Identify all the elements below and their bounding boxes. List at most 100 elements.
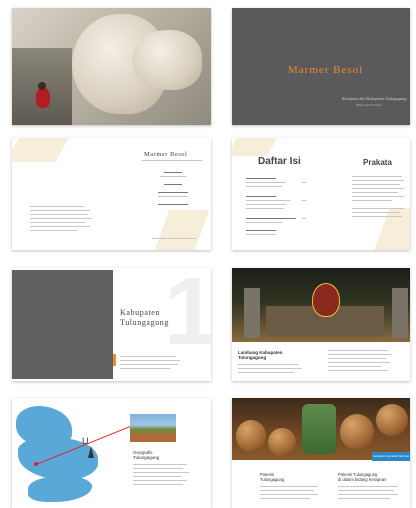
body-line (238, 372, 294, 374)
worker-figure (36, 88, 50, 108)
pot-image (236, 420, 266, 452)
preface-line (352, 192, 398, 194)
preface-line (352, 200, 392, 202)
potential-heading-line2: Tulungagung (260, 477, 285, 482)
text-line (158, 192, 188, 194)
preface-line (352, 188, 404, 190)
map-region (28, 476, 92, 502)
worker-head (38, 82, 46, 90)
gate-pillar (392, 288, 408, 338)
marble-statue-wing (132, 30, 202, 90)
gate-pillar (244, 288, 260, 338)
chevron-decoration (12, 138, 69, 162)
body-line (260, 490, 314, 492)
chapter-title-line1: Kabupaten (120, 308, 161, 317)
chapter-number: 1 (164, 268, 211, 365)
north-arrow-icon (88, 446, 94, 458)
toc-page-number (302, 200, 306, 202)
text-line (160, 176, 186, 178)
section-heading-line2: Tulungagung (238, 355, 267, 360)
body-line (338, 486, 398, 488)
cover-subtitle: Kerajinan dari Kabupaten Tulungagung (342, 96, 407, 101)
toc-heading: Daftar Isi (258, 156, 301, 167)
body-line (328, 358, 386, 360)
body-line (133, 480, 187, 482)
pot-image (376, 404, 408, 436)
toc-line (246, 234, 276, 236)
preface-line (352, 184, 400, 186)
pot-image (340, 414, 374, 450)
spread-geography: U Geografis Tulungagung Kerajinan Geraba… (12, 398, 410, 508)
page-photo-statue (12, 8, 211, 125)
body-line (328, 350, 388, 352)
text-line (158, 196, 188, 198)
chevron-decoration (232, 138, 278, 156)
body-line (238, 368, 302, 370)
preface-line (352, 212, 400, 214)
preface-line (352, 180, 404, 182)
chapter-title-line2: Tulungagung (120, 318, 169, 327)
toc-line (246, 230, 276, 232)
body-line (238, 364, 298, 366)
preface-line (352, 176, 402, 178)
toc-line (246, 200, 290, 202)
text-line (30, 210, 90, 212)
spread-cover: Marmer Besol Kerajinan dari Kabupaten Tu… (12, 8, 410, 125)
spread-chapter-1: 1 Kabupaten Tulungagung Lambang Kabupate… (12, 268, 410, 381)
section-heading: Lambang Kabupaten Tulungagung (238, 350, 283, 360)
page-pottery: Kerajinan Gerabah Marmer Potensi Tulunga… (232, 398, 410, 508)
text-line (164, 184, 182, 186)
chevron-decoration (154, 210, 210, 250)
green-vessel-image (302, 404, 336, 454)
regency-emblem-icon (312, 283, 340, 317)
toc-page-number (302, 218, 306, 220)
body-line (328, 362, 390, 364)
text-line (152, 238, 196, 240)
toc-line (246, 222, 282, 224)
page-title-copyright: Marmer Besol (12, 138, 211, 250)
cover-author: Rifki Amrul Fauzi (356, 103, 382, 107)
toc-line (246, 218, 296, 220)
toc-line (246, 178, 276, 180)
pottery-photo (232, 398, 410, 460)
intro-line (120, 368, 170, 370)
body-line (338, 494, 398, 496)
text-line (30, 218, 92, 220)
text-line (30, 230, 78, 232)
craft-heading-line2: di dalam bidang Kerajinan (338, 477, 387, 482)
toc-line (246, 204, 286, 206)
spread-front-matter: Marmer Besol Daftar Isi Prakata (12, 138, 410, 250)
body-line (328, 354, 392, 356)
body-line (338, 490, 394, 492)
body-line (260, 494, 318, 496)
body-line (260, 498, 310, 500)
body-line (328, 370, 388, 372)
chevron-decoration (374, 208, 410, 250)
toc-line (246, 182, 286, 184)
text-line (164, 172, 182, 174)
text-line (158, 204, 188, 206)
toc-page-number (302, 182, 306, 184)
intro-line (120, 360, 180, 362)
text-line (30, 214, 88, 216)
preface-heading: Prakata (363, 158, 392, 167)
text-line (30, 226, 90, 228)
preface-line (352, 196, 404, 198)
cover-title: Marmer Besol (288, 64, 364, 76)
text-line (142, 160, 202, 162)
geography-heading-line2: Tulungagung (133, 455, 160, 460)
body-line (133, 476, 181, 478)
terrain-photo (130, 414, 176, 442)
text-line (30, 206, 84, 208)
title-page-heading: Marmer Besol (144, 151, 188, 158)
toc-line (246, 196, 276, 198)
preface-line (352, 216, 402, 218)
toc-line (246, 208, 284, 210)
body-line (133, 472, 189, 474)
text-line (30, 222, 85, 224)
pot-image (268, 428, 296, 456)
page-emblem: Lambang Kabupaten Tulungagung (232, 268, 410, 381)
body-line (338, 498, 390, 500)
page-map: U Geografis Tulungagung (12, 398, 211, 508)
caption-badge: Kerajinan Gerabah Marmer (372, 452, 410, 461)
